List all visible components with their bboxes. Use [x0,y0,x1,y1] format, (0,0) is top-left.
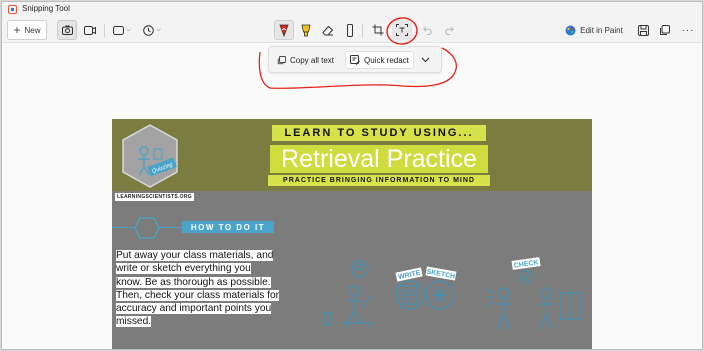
redo-button[interactable] [439,20,457,40]
heading-retrieval-practice: Retrieval Practice [270,145,488,173]
plus-icon: + [13,23,21,37]
eraser-icon [322,25,334,35]
snip-shape-dropdown[interactable]: ⌵ [110,20,134,40]
captured-screenshot: Quizzing LEARNINGSCIENTISTS.ORG LEARN TO… [112,119,592,349]
video-icon [84,25,96,35]
copy-icon [659,24,670,35]
rectangle-mode-icon [113,25,125,35]
new-button[interactable]: + New [7,20,47,40]
toolbar-divider [362,24,363,37]
undo-icon [422,26,432,35]
undo-button[interactable] [419,20,437,40]
section-hexagon [134,217,160,239]
copy-button[interactable] [655,20,673,40]
screenshot-mode-button[interactable] [57,20,77,40]
window-title: Snipping Tool [22,4,70,13]
video-mode-button[interactable] [80,20,100,40]
text-actions-button[interactable] [392,20,412,40]
timer-icon [143,24,155,36]
eraser-button[interactable] [318,20,338,40]
paragraph-line: know. Be as thorough as possible. [116,276,271,288]
copy-all-text-button[interactable]: Copy all text [273,51,338,69]
paragraph-line: accuracy and important points you [116,303,272,315]
edit-in-paint-label: Edit in Paint [580,25,623,35]
camera-icon [61,25,73,35]
section-title: HOW TO DO IT [182,221,274,233]
highlighter-icon [301,24,311,36]
snipping-tool-window: Snipping Tool + New ⌵ ⌵ Edit in Paint ··… [1,1,703,350]
instructions-paragraph: Put away your class materials, and write… [116,249,300,329]
toolbar: + New ⌵ ⌵ Edit in Paint ··· [2,17,702,43]
redo-icon [444,26,454,35]
paragraph-line: Put away your class materials, and [116,250,274,261]
new-button-label: New [24,25,41,35]
chevron-down-icon: ⌵ [156,26,161,33]
red-pen-icon [279,24,289,37]
text-actions-icon [396,24,408,36]
text-actions-bar: Copy all text Quick redact [268,46,442,73]
save-button[interactable] [634,20,652,40]
heading-practice-bringing: PRACTICE BRINGING INFORMATION TO MIND [268,175,490,186]
crop-icon [372,24,384,36]
more-icon: ··· [681,24,695,36]
quick-redact-label: Quick redact [364,55,409,65]
sketch-tag: SKETCH [426,269,456,281]
highlighter-button[interactable] [296,20,316,40]
site-name: LEARNINGSCIENTISTS.ORG [115,193,194,201]
toolbar-divider [104,24,105,37]
ruler-button[interactable] [340,20,360,40]
more-options-button[interactable]: ··· [679,20,697,40]
heading-learn-to-study: LEARN TO STUDY USING... [272,125,486,141]
study-illustration: WRITE SKETCH CHECK [323,257,581,330]
chevron-down-icon [421,57,430,63]
quick-redact-button[interactable]: Quick redact [345,51,414,69]
copy-icon [277,55,286,64]
snipping-tool-app-icon [8,5,17,14]
delay-timer-dropdown[interactable]: ⌵ [140,20,164,40]
save-icon [637,24,649,36]
chevron-down-icon: ⌵ [126,26,131,33]
paragraph-line: Then, check your class materials for [116,289,280,301]
paint-icon [565,25,576,35]
crop-button[interactable] [368,20,388,40]
paragraph-line: missed. [116,316,152,328]
ballpoint-pen-button[interactable] [274,20,294,40]
title-bar: Snipping Tool [2,2,702,17]
ruler-icon [347,23,353,37]
redact-options-dropdown[interactable] [417,51,434,69]
paragraph-line: write or sketch everything you [116,263,251,275]
learning-scientists-logo: Quizzing [122,124,178,188]
edit-in-paint-button[interactable]: Edit in Paint [562,20,626,40]
redact-icon [350,55,360,65]
write-tag: WRITE [398,270,422,282]
copy-all-text-label: Copy all text [290,55,335,65]
